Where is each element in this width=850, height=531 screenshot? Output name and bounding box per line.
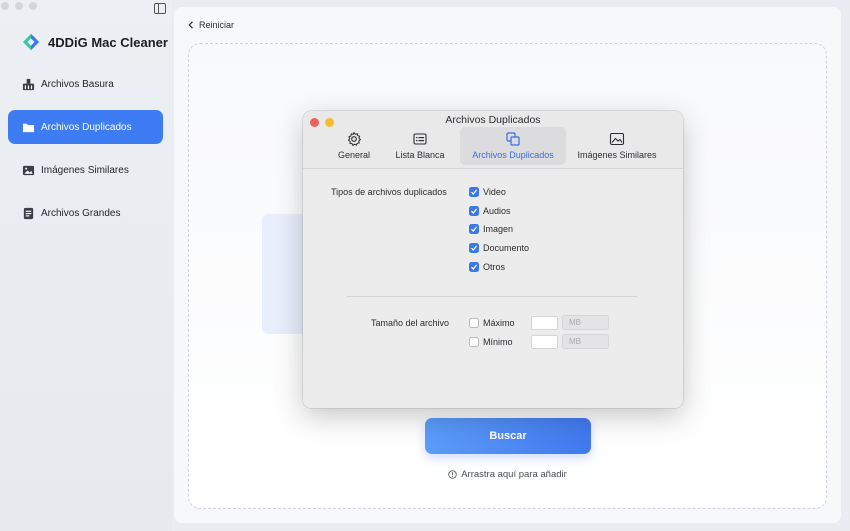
checkbox-audios[interactable]: Audios: [469, 206, 511, 216]
brand-name: 4DDiG Mac Cleaner: [48, 34, 168, 50]
trash-broom-icon: [22, 78, 35, 91]
sidebar-item-label: Imágenes Similares: [41, 164, 129, 176]
checkbox-label: Documento: [483, 243, 530, 253]
tab-label: General: [337, 150, 371, 160]
tab-lista-blanca[interactable]: Lista Blanca: [380, 127, 460, 165]
checkbox-documento[interactable]: Documento: [469, 243, 529, 253]
search-button[interactable]: Buscar: [425, 418, 591, 454]
chevron-left-icon: [188, 21, 193, 29]
checkbox-checked-icon: [469, 224, 479, 234]
sidebar-item-archivos-basura[interactable]: Archivos Basura: [8, 67, 163, 101]
size-row-minimo: Mínimo MB: [469, 334, 609, 349]
close-window-button[interactable]: [1, 2, 9, 10]
sidebar: 4DDiG Mac Cleaner Archivos Basura Archiv…: [0, 0, 172, 531]
info-icon: [448, 470, 457, 479]
gear-icon: [347, 132, 361, 146]
checkbox-label: Otros: [483, 262, 506, 272]
checkbox-checked-icon: [469, 243, 479, 253]
divider: [347, 296, 637, 297]
dialog-tabs: General Lista Blanca Archivos Duplicados: [328, 127, 668, 165]
drop-hint: Arrastra aquí para añadir: [189, 469, 826, 480]
sidebar-item-label: Archivos Duplicados: [41, 121, 132, 133]
list-icon: [413, 133, 427, 145]
sidebar-item-imagenes-similares[interactable]: Imágenes Similares: [8, 153, 163, 187]
types-label: Tipos de archivos duplicados: [331, 187, 447, 197]
size-row-maximo: Máximo MB: [469, 315, 609, 330]
checkbox-imagen[interactable]: Imagen: [469, 224, 513, 234]
checkbox-label: Audios: [483, 206, 511, 216]
drop-hint-text: Arrastra aquí para añadir: [461, 469, 567, 480]
checkbox-maximo[interactable]: [469, 317, 479, 328]
brand: 4DDiG Mac Cleaner: [22, 33, 168, 51]
checkbox-label: Imagen: [483, 224, 514, 234]
size-row-label: Máximo: [483, 317, 515, 328]
back-button[interactable]: Reiniciar: [188, 20, 234, 30]
large-file-icon: [22, 207, 35, 220]
tab-label: Archivos Duplicados: [472, 150, 554, 160]
checkbox-minimo[interactable]: [469, 336, 479, 347]
minimo-size-input[interactable]: [531, 334, 558, 349]
dialog-body: Tipos de archivos duplicados Video Audio…: [303, 169, 683, 408]
checkbox-video[interactable]: Video: [469, 187, 506, 197]
sidebar-item-label: Archivos Basura: [41, 78, 114, 90]
checkbox-otros[interactable]: Otros: [469, 262, 505, 272]
checkbox-checked-icon: [469, 206, 479, 216]
folder-icon: [22, 121, 35, 134]
zoom-window-button[interactable]: [29, 2, 37, 10]
sidebar-toggle-icon[interactable]: [154, 3, 166, 14]
maximo-unit-select[interactable]: MB: [562, 315, 609, 330]
window-traffic-lights: [1, 2, 37, 10]
duplicate-icon: [506, 132, 520, 146]
minimize-window-button[interactable]: [15, 2, 23, 10]
tab-imagenes-similares[interactable]: Imágenes Similares: [566, 127, 668, 165]
size-row-label: Mínimo: [483, 336, 513, 347]
minimo-unit-select[interactable]: MB: [562, 334, 609, 349]
sidebar-item-archivos-duplicados[interactable]: Archivos Duplicados: [8, 110, 163, 144]
sidebar-item-archivos-grandes[interactable]: Archivos Grandes: [8, 196, 163, 230]
checkbox-checked-icon: [469, 187, 479, 197]
sidebar-item-label: Archivos Grandes: [41, 207, 121, 219]
brand-logo-icon: [22, 33, 40, 51]
tab-label: Imágenes Similares: [577, 150, 657, 160]
maximo-size-input[interactable]: [531, 315, 558, 330]
dialog-title: Archivos Duplicados: [445, 114, 541, 126]
tab-label: Lista Blanca: [395, 150, 445, 160]
image-icon: [22, 164, 35, 177]
checkbox-label: Video: [483, 187, 506, 197]
tab-general[interactable]: General: [328, 127, 380, 165]
dialog-header: Archivos Duplicados General Lista Blanca: [303, 111, 683, 169]
photo-icon: [609, 132, 625, 146]
tab-archivos-duplicados[interactable]: Archivos Duplicados: [460, 127, 566, 165]
back-label: Reiniciar: [199, 20, 235, 30]
checkbox-checked-icon: [469, 262, 479, 272]
size-label: Tamaño del archivo: [371, 318, 450, 328]
preferences-dialog: Archivos Duplicados General Lista Blanca: [303, 111, 683, 408]
